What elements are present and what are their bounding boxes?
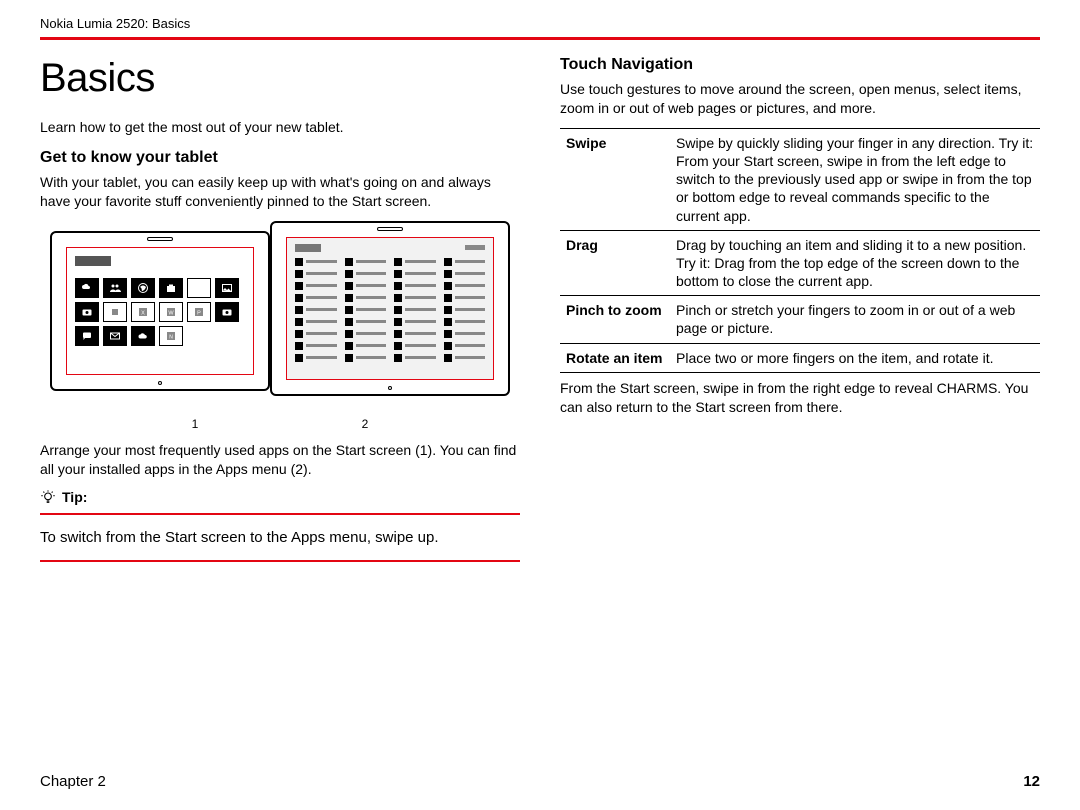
- onenote-tile-icon: N: [159, 326, 183, 346]
- section-touch-heading: Touch Navigation: [560, 56, 1040, 74]
- page-title: Basics: [40, 56, 520, 101]
- chat-tile-icon: [75, 326, 99, 346]
- section-touch-after: From the Start screen, swipe in from the…: [560, 379, 1040, 417]
- right-column: Touch Navigation Use touch gestures to m…: [560, 56, 1040, 570]
- lightbulb-icon: [40, 489, 56, 505]
- intro-text: Learn how to get the most out of your ne…: [40, 119, 520, 135]
- svg-text:P: P: [197, 310, 201, 316]
- gesture-term: Pinch to zoom: [560, 296, 670, 343]
- running-header: Nokia Lumia 2520: Basics: [40, 16, 1040, 31]
- tablet-apps-menu: [270, 221, 510, 396]
- browser-tile-icon: [131, 278, 155, 298]
- svg-text:N: N: [169, 334, 173, 340]
- mail-tile-icon: [103, 326, 127, 346]
- camera2-tile-icon: [215, 302, 239, 322]
- photo-tile-icon: [215, 278, 239, 298]
- word-tile-icon: W: [159, 302, 183, 322]
- figure-caption: Arrange your most frequently used apps o…: [40, 441, 520, 479]
- powerpoint-tile-icon: P: [187, 302, 211, 322]
- gesture-term: Rotate an item: [560, 343, 670, 372]
- store-tile-icon: [159, 278, 183, 298]
- tablet-start-screen: X W P N: [50, 231, 270, 391]
- tip-rule-bottom: [40, 560, 520, 562]
- content-columns: Basics Learn how to get the most out of …: [40, 56, 1040, 570]
- gesture-table: Swipe Swipe by quickly sliding your fing…: [560, 128, 1040, 373]
- gesture-desc: Place two or more fingers on the item, a…: [670, 343, 1040, 372]
- skydrive-tile-icon: [131, 326, 155, 346]
- tip-rule-top: [40, 513, 520, 515]
- gesture-term: Drag: [560, 230, 670, 296]
- weather-tile-icon: [75, 278, 99, 298]
- page-footer: Chapter 2 12: [40, 773, 1040, 790]
- gesture-desc: Pinch or stretch your fingers to zoom in…: [670, 296, 1040, 343]
- page-number: 12: [1023, 773, 1040, 790]
- gesture-term: Swipe: [560, 128, 670, 230]
- tip-body: To switch from the Start screen to the A…: [40, 523, 520, 552]
- gesture-row-rotate: Rotate an item Place two or more fingers…: [560, 343, 1040, 372]
- chapter-label: Chapter 2: [40, 773, 106, 790]
- header-rule: [40, 37, 1040, 40]
- gesture-row-drag: Drag Drag by touching an item and slidin…: [560, 230, 1040, 296]
- camera-tile-icon: [75, 302, 99, 322]
- gesture-row-swipe: Swipe Swipe by quickly sliding your fing…: [560, 128, 1040, 230]
- section-touch-body: Use touch gestures to move around the sc…: [560, 80, 1040, 118]
- people-tile-icon: [103, 278, 127, 298]
- tip-label: Tip:: [62, 489, 87, 505]
- left-column: Basics Learn how to get the most out of …: [40, 56, 520, 570]
- svg-text:W: W: [168, 310, 174, 316]
- tip-heading: Tip:: [40, 489, 520, 505]
- section-get-to-know-body: With your tablet, you can easily keep up…: [40, 173, 520, 211]
- excel-tile-icon: X: [131, 302, 155, 322]
- gesture-desc: Drag by touching an item and sliding it …: [670, 230, 1040, 296]
- svg-text:X: X: [141, 310, 145, 316]
- gesture-desc: Swipe by quickly sliding your finger in …: [670, 128, 1040, 230]
- app-tile: [103, 302, 127, 322]
- blank-tile: [187, 278, 211, 298]
- gesture-row-pinch: Pinch to zoom Pinch or stretch your fing…: [560, 296, 1040, 343]
- tablet-figure: X W P N: [40, 221, 520, 421]
- section-get-to-know-heading: Get to know your tablet: [40, 149, 520, 167]
